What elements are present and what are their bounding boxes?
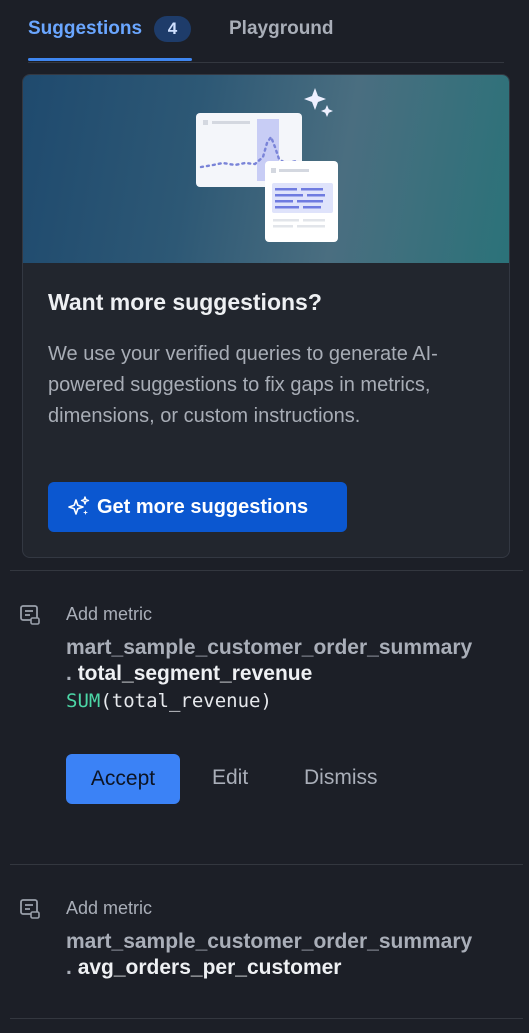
get-more-suggestions-button[interactable]: Get more suggestions	[48, 482, 347, 532]
active-tab-indicator	[28, 58, 192, 61]
tab-suggestions[interactable]: Suggestions	[28, 18, 142, 40]
suggestions-count-badge: 4	[154, 16, 191, 42]
suggestion-table-name: mart_sample_customer_order_summary	[66, 636, 473, 659]
suggestion-type-label: Add metric	[66, 898, 153, 918]
promo-title: Want more suggestions?	[48, 289, 322, 315]
name-separator: .	[66, 662, 72, 685]
suggestion-type-label: Add metric	[66, 604, 153, 624]
sparkle-icon	[304, 88, 326, 110]
tab-playground[interactable]: Playground	[229, 18, 334, 40]
sparkle-small-icon	[321, 105, 333, 117]
hero-illustration	[23, 75, 509, 263]
divider	[10, 864, 523, 865]
suggestion-field-name: . avg_orders_per_customer	[66, 956, 341, 980]
tab-bar: Suggestions 4 Playground	[28, 0, 504, 63]
suggestion-field-name: . total_segment_revenue	[66, 662, 312, 686]
name-separator: .	[66, 956, 72, 979]
get-more-suggestions-label: Get more suggestions	[97, 495, 309, 518]
sparkles-icon	[67, 495, 91, 519]
more-suggestions-card: Want more suggestions? We use your verif…	[22, 74, 510, 558]
dismiss-button[interactable]: Dismiss	[304, 766, 378, 790]
divider	[10, 1018, 523, 1019]
suggestion-field-label: total_segment_revenue	[77, 662, 313, 685]
metric-icon	[19, 604, 41, 631]
metric-icon	[19, 898, 41, 925]
divider	[10, 570, 523, 571]
suggestion-field-label: avg_orders_per_customer	[77, 956, 342, 979]
edit-button[interactable]: Edit	[212, 766, 248, 790]
metric-expression: SUM(total_revenue)	[66, 690, 272, 712]
hero-illustration-graphic	[196, 88, 338, 242]
suggestion-table-name: mart_sample_customer_order_summary	[66, 930, 473, 953]
promo-description: We use your verified queries to generate…	[48, 343, 438, 427]
expression-args: (total_revenue)	[100, 690, 272, 712]
accept-button[interactable]: Accept	[66, 754, 180, 804]
expression-function: SUM	[66, 690, 101, 712]
